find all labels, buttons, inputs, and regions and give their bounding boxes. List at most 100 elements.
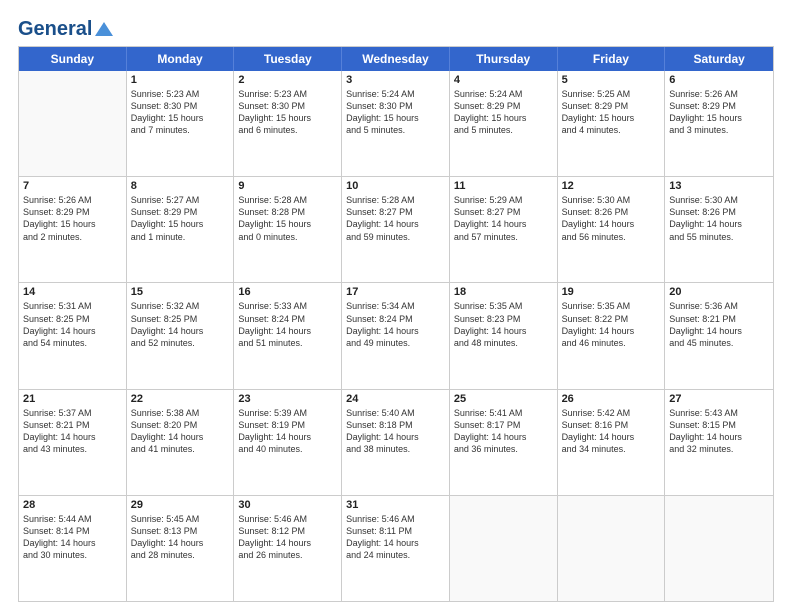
header-cell-monday: Monday: [127, 47, 235, 71]
cell-line: Sunset: 8:23 PM: [454, 313, 553, 325]
calendar-cell: 2Sunrise: 5:23 AMSunset: 8:30 PMDaylight…: [234, 71, 342, 176]
cell-line: Sunset: 8:17 PM: [454, 419, 553, 431]
cell-line: Daylight: 15 hours: [346, 112, 445, 124]
day-number: 21: [23, 393, 122, 405]
calendar-cell: [558, 496, 666, 601]
cell-line: and 28 minutes.: [131, 549, 230, 561]
day-number: 10: [346, 180, 445, 192]
calendar-cell: 10Sunrise: 5:28 AMSunset: 8:27 PMDayligh…: [342, 177, 450, 282]
cell-line: Sunset: 8:29 PM: [454, 100, 553, 112]
cell-line: Daylight: 14 hours: [346, 431, 445, 443]
day-number: 1: [131, 74, 230, 86]
cell-line: Daylight: 14 hours: [346, 537, 445, 549]
cell-line: and 0 minutes.: [238, 231, 337, 243]
calendar-cell: 4Sunrise: 5:24 AMSunset: 8:29 PMDaylight…: [450, 71, 558, 176]
cell-line: and 30 minutes.: [23, 549, 122, 561]
cell-line: and 43 minutes.: [23, 443, 122, 455]
day-number: 20: [669, 286, 769, 298]
calendar-row: 14Sunrise: 5:31 AMSunset: 8:25 PMDayligh…: [19, 283, 773, 389]
cell-line: and 46 minutes.: [562, 337, 661, 349]
cell-line: and 57 minutes.: [454, 231, 553, 243]
cell-line: and 5 minutes.: [454, 124, 553, 136]
cell-line: Sunset: 8:29 PM: [562, 100, 661, 112]
cell-line: Daylight: 15 hours: [238, 218, 337, 230]
calendar-cell: 13Sunrise: 5:30 AMSunset: 8:26 PMDayligh…: [665, 177, 773, 282]
day-number: 6: [669, 74, 769, 86]
calendar-cell: 15Sunrise: 5:32 AMSunset: 8:25 PMDayligh…: [127, 283, 235, 388]
calendar-cell: 23Sunrise: 5:39 AMSunset: 8:19 PMDayligh…: [234, 390, 342, 495]
cell-line: Sunset: 8:20 PM: [131, 419, 230, 431]
cell-line: Sunrise: 5:32 AM: [131, 300, 230, 312]
logo-triangle-icon: [95, 22, 113, 36]
cell-line: and 59 minutes.: [346, 231, 445, 243]
header-cell-friday: Friday: [558, 47, 666, 71]
cell-line: and 3 minutes.: [669, 124, 769, 136]
cell-line: Sunrise: 5:35 AM: [454, 300, 553, 312]
cell-line: Sunset: 8:15 PM: [669, 419, 769, 431]
cell-line: Sunset: 8:27 PM: [454, 206, 553, 218]
cell-line: Sunset: 8:24 PM: [238, 313, 337, 325]
cell-line: and 38 minutes.: [346, 443, 445, 455]
cell-line: Sunset: 8:12 PM: [238, 525, 337, 537]
header: General: [18, 18, 774, 38]
day-number: 3: [346, 74, 445, 86]
cell-line: and 49 minutes.: [346, 337, 445, 349]
cell-line: Daylight: 14 hours: [131, 431, 230, 443]
cell-line: Sunset: 8:21 PM: [669, 313, 769, 325]
cell-line: and 51 minutes.: [238, 337, 337, 349]
cell-line: Daylight: 14 hours: [562, 218, 661, 230]
day-number: 8: [131, 180, 230, 192]
calendar-cell: 8Sunrise: 5:27 AMSunset: 8:29 PMDaylight…: [127, 177, 235, 282]
header-cell-tuesday: Tuesday: [234, 47, 342, 71]
header-cell-sunday: Sunday: [19, 47, 127, 71]
cell-line: and 26 minutes.: [238, 549, 337, 561]
cell-line: Sunset: 8:30 PM: [346, 100, 445, 112]
cell-line: and 5 minutes.: [346, 124, 445, 136]
calendar-cell: 17Sunrise: 5:34 AMSunset: 8:24 PMDayligh…: [342, 283, 450, 388]
cell-line: Daylight: 15 hours: [238, 112, 337, 124]
calendar-cell: [450, 496, 558, 601]
cell-line: Sunset: 8:29 PM: [131, 206, 230, 218]
cell-line: Sunset: 8:16 PM: [562, 419, 661, 431]
cell-line: Daylight: 14 hours: [23, 325, 122, 337]
day-number: 2: [238, 74, 337, 86]
day-number: 12: [562, 180, 661, 192]
calendar-row: 28Sunrise: 5:44 AMSunset: 8:14 PMDayligh…: [19, 496, 773, 601]
calendar-cell: [19, 71, 127, 176]
cell-line: and 7 minutes.: [131, 124, 230, 136]
day-number: 18: [454, 286, 553, 298]
cell-line: Sunset: 8:27 PM: [346, 206, 445, 218]
cell-line: Sunrise: 5:34 AM: [346, 300, 445, 312]
cell-line: Daylight: 15 hours: [562, 112, 661, 124]
cell-line: Sunrise: 5:38 AM: [131, 407, 230, 419]
calendar-cell: 1Sunrise: 5:23 AMSunset: 8:30 PMDaylight…: [127, 71, 235, 176]
cell-line: Sunset: 8:26 PM: [562, 206, 661, 218]
calendar-cell: 21Sunrise: 5:37 AMSunset: 8:21 PMDayligh…: [19, 390, 127, 495]
cell-line: Sunrise: 5:36 AM: [669, 300, 769, 312]
cell-line: Daylight: 14 hours: [131, 537, 230, 549]
cell-line: Daylight: 15 hours: [131, 218, 230, 230]
day-number: 25: [454, 393, 553, 405]
cell-line: Sunset: 8:25 PM: [131, 313, 230, 325]
cell-line: Daylight: 15 hours: [454, 112, 553, 124]
cell-line: Sunrise: 5:23 AM: [238, 88, 337, 100]
calendar-cell: 28Sunrise: 5:44 AMSunset: 8:14 PMDayligh…: [19, 496, 127, 601]
cell-line: Sunrise: 5:42 AM: [562, 407, 661, 419]
calendar-cell: 25Sunrise: 5:41 AMSunset: 8:17 PMDayligh…: [450, 390, 558, 495]
calendar-row: 1Sunrise: 5:23 AMSunset: 8:30 PMDaylight…: [19, 71, 773, 177]
day-number: 7: [23, 180, 122, 192]
calendar-cell: 16Sunrise: 5:33 AMSunset: 8:24 PMDayligh…: [234, 283, 342, 388]
cell-line: Sunset: 8:13 PM: [131, 525, 230, 537]
cell-line: and 48 minutes.: [454, 337, 553, 349]
calendar-cell: 18Sunrise: 5:35 AMSunset: 8:23 PMDayligh…: [450, 283, 558, 388]
calendar-body: 1Sunrise: 5:23 AMSunset: 8:30 PMDaylight…: [19, 71, 773, 601]
cell-line: Sunrise: 5:37 AM: [23, 407, 122, 419]
day-number: 15: [131, 286, 230, 298]
day-number: 26: [562, 393, 661, 405]
cell-line: Sunset: 8:14 PM: [23, 525, 122, 537]
cell-line: Sunrise: 5:30 AM: [562, 194, 661, 206]
cell-line: and 45 minutes.: [669, 337, 769, 349]
day-number: 4: [454, 74, 553, 86]
cell-line: Daylight: 14 hours: [238, 325, 337, 337]
header-cell-thursday: Thursday: [450, 47, 558, 71]
